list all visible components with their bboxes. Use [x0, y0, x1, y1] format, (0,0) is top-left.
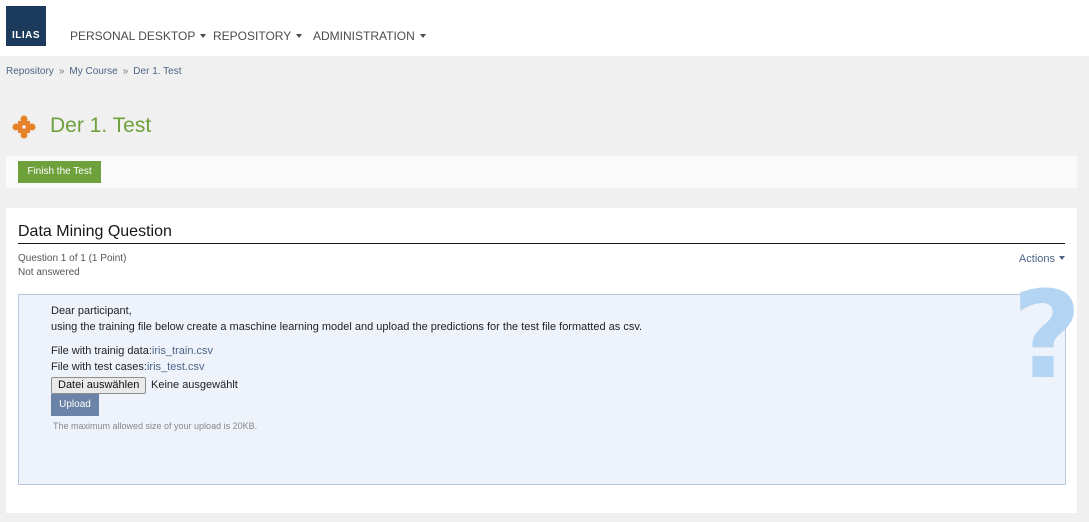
breadcrumb-item[interactable]: My Course	[69, 66, 117, 77]
test-toolbar: Finish the Test	[6, 156, 1077, 188]
logo-text: ILIAS	[11, 30, 41, 41]
top-bar: ILIAS PERSONAL DESKTOP REPOSITORY ADMINI…	[0, 0, 1089, 56]
finish-test-button[interactable]: Finish the Test	[18, 161, 101, 183]
choose-file-button[interactable]: Datei auswählen	[51, 377, 147, 394]
train-file-label: File with trainig data:	[51, 345, 152, 357]
instruction-text: using the training file below create a m…	[51, 321, 643, 333]
actions-label: Actions	[1018, 253, 1055, 265]
upload-hint: The maximum allowed size of your upload …	[53, 421, 258, 431]
actions-dropdown[interactable]: Actions	[1019, 253, 1065, 265]
puzzle-icon	[12, 115, 36, 139]
ilias-logo[interactable]: ILIAS	[6, 6, 46, 46]
divider	[18, 243, 1065, 244]
breadcrumb: Repository » My Course » Der 1. Test	[6, 66, 181, 77]
file-status-text: Keine ausgewählt	[151, 379, 238, 391]
train-file-line: File with trainig data:iris_train.csv	[51, 345, 213, 357]
caret-down-icon	[200, 34, 207, 38]
nav-personal-desktop[interactable]: PERSONAL DESKTOP	[70, 29, 207, 43]
upload-button[interactable]: Upload	[51, 394, 99, 416]
question-box: ? Dear participant, using the training f…	[18, 277, 1082, 485]
test-file-label: File with test cases:	[51, 361, 147, 373]
caret-down-icon	[419, 34, 426, 38]
caret-down-icon	[296, 34, 303, 38]
nav-label: PERSONAL DESKTOP	[70, 29, 196, 43]
breadcrumb-separator: »	[122, 66, 129, 77]
question-mark-icon: ?	[1012, 267, 1082, 406]
breadcrumb-item[interactable]: Der 1. Test	[133, 66, 181, 77]
caret-down-icon	[1059, 256, 1065, 260]
page-title: Der 1. Test	[50, 114, 152, 137]
test-file-line: File with test cases:iris_test.csv	[51, 361, 204, 373]
greeting-text: Dear participant,	[51, 305, 132, 317]
breadcrumb-item[interactable]: Repository	[6, 66, 54, 77]
question-meta: Question 1 of 1 (1 Point) Not answered	[18, 252, 126, 280]
question-panel: Data Mining Question Question 1 of 1 (1 …	[6, 208, 1082, 513]
question-position: Question 1 of 1 (1 Point)	[18, 253, 127, 264]
train-file-link[interactable]: iris_train.csv	[152, 345, 213, 357]
breadcrumb-separator: »	[58, 66, 65, 77]
nav-repository[interactable]: REPOSITORY	[213, 29, 303, 43]
question-status: Not answered	[18, 267, 80, 278]
nav-administration[interactable]: ADMINISTRATION	[313, 29, 426, 43]
test-file-link[interactable]: iris_test.csv	[147, 361, 204, 373]
nav-label: REPOSITORY	[213, 29, 292, 43]
nav-label: ADMINISTRATION	[313, 29, 415, 43]
question-title: Data Mining Question	[18, 223, 172, 240]
